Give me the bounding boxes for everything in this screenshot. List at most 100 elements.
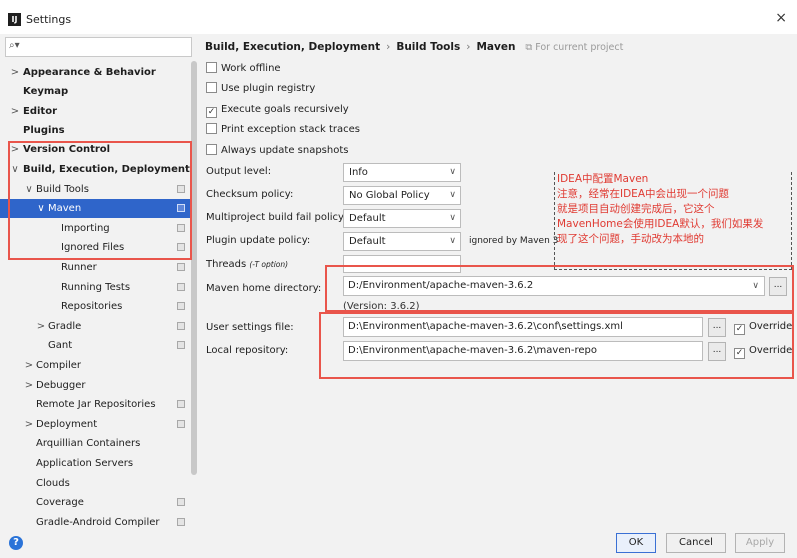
- build-fail-policy-label: Multiproject build fail policy:: [206, 212, 347, 223]
- dialog-footer: ? OK Cancel Apply: [0, 530, 797, 558]
- apply-button[interactable]: Apply: [735, 533, 785, 553]
- sidebar-item-label: Editor: [23, 106, 57, 117]
- chevron-right-icon[interactable]: >: [24, 356, 34, 375]
- sidebar-item-gradle-android-compiler[interactable]: Gradle-Android Compiler: [0, 513, 191, 530]
- print-exception-stack-traces-checkbox[interactable]: Print exception stack traces: [206, 122, 360, 138]
- settings-highlight-box: [319, 312, 794, 379]
- user-settings-label: User settings file:: [206, 322, 294, 333]
- sidebar-item-repositories[interactable]: Repositories: [0, 297, 191, 316]
- project-config-icon: [177, 283, 185, 291]
- project-config-icon: [177, 341, 185, 349]
- chevron-down-icon: ∨: [449, 167, 456, 177]
- chevron-right-icon[interactable]: >: [24, 376, 34, 395]
- sidebar-item-label: Arquillian Containers: [36, 438, 141, 449]
- sidebar-item-appearance-behavior[interactable]: > Appearance & Behavior: [0, 63, 191, 82]
- annotation-note: IDEA中配置Maven 注意，经常在IDEA中会出现一个问题 就是项目自动创建…: [554, 172, 792, 270]
- sidebar-item-compiler[interactable]: > Compiler: [0, 356, 191, 375]
- checkbox-box[interactable]: ✓: [206, 107, 217, 118]
- sidebar-item-label: Appearance & Behavior: [23, 67, 156, 78]
- sidebar-item-label: Gradle: [48, 321, 82, 332]
- chevron-right-icon[interactable]: >: [10, 102, 20, 121]
- build-fail-policy-select[interactable]: Default ∨: [343, 209, 461, 228]
- sidebar-item-debugger[interactable]: > Debugger: [0, 376, 191, 395]
- sidebar-item-plugins[interactable]: Plugins: [0, 121, 191, 140]
- sidebar-item-label: Gant: [48, 340, 73, 351]
- settings-sidebar: ⌕▾ > Appearance & Behavior Keymap > Editor Pl…: [0, 34, 197, 530]
- select-value: Info: [349, 167, 368, 178]
- output-level-label: Output level:: [206, 166, 272, 177]
- sidebar-item-label: Deployment: [36, 419, 98, 430]
- sidebar-item-label: Plugins: [23, 125, 65, 136]
- execute-goals-recursively-checkbox[interactable]: ✓ Execute goals recursively: [206, 102, 349, 118]
- sidebar-scrollbar[interactable]: [191, 61, 197, 475]
- use-plugin-registry-checkbox[interactable]: Use plugin registry: [206, 81, 315, 97]
- chevron-down-icon: ∨: [449, 190, 456, 200]
- plugin-update-policy-label: Plugin update policy:: [206, 235, 311, 246]
- sidebar-item-keymap[interactable]: Keymap: [0, 82, 191, 101]
- checkbox-box[interactable]: [206, 144, 217, 155]
- maven-home-label: Maven home directory:: [206, 283, 322, 294]
- breadcrumb-part: Build, Execution, Deployment: [205, 41, 381, 53]
- breadcrumb-separator: ›: [466, 41, 471, 53]
- chevron-down-icon: ∨: [449, 236, 456, 246]
- sidebar-item-clouds[interactable]: Clouds: [0, 474, 191, 493]
- note-line: 就是项目自动创建完成后，它这个: [557, 203, 715, 215]
- title-bar: IJ Settings ×: [0, 0, 797, 34]
- checkbox-label: Work offline: [221, 63, 281, 74]
- sidebar-item-remote-jar-repositories[interactable]: Remote Jar Repositories: [0, 395, 191, 414]
- checkbox-label: Execute goals recursively: [221, 104, 349, 115]
- project-config-icon: [177, 498, 185, 506]
- sidebar-item-label: Debugger: [36, 380, 86, 391]
- chevron-down-icon: ∨: [449, 213, 456, 223]
- checksum-policy-select[interactable]: No Global Policy ∨: [343, 186, 461, 205]
- sidebar-item-label: Compiler: [36, 360, 82, 371]
- help-icon[interactable]: ?: [9, 536, 23, 550]
- checkbox-box[interactable]: [206, 82, 217, 93]
- intellij-logo-icon: IJ: [8, 13, 21, 26]
- project-config-icon: [177, 322, 185, 330]
- output-level-select[interactable]: Info ∨: [343, 163, 461, 182]
- sidebar-item-runner[interactable]: Runner: [0, 258, 191, 277]
- sidebar-item-deployment[interactable]: > Deployment: [0, 415, 191, 434]
- plugin-update-policy-select[interactable]: Default ∨: [343, 232, 461, 251]
- checkbox-box[interactable]: [206, 62, 217, 73]
- search-icon: ⌕▾: [9, 40, 20, 51]
- close-icon[interactable]: ×: [775, 10, 787, 26]
- work-offline-checkbox[interactable]: Work offline: [206, 61, 281, 77]
- note-line: MavenHome会使用IDEA默认，我们如果发: [557, 218, 764, 230]
- sidebar-item-label: Runner: [61, 262, 97, 273]
- chevron-right-icon[interactable]: >: [24, 415, 34, 434]
- project-config-icon: [177, 302, 185, 310]
- checkbox-label: Use plugin registry: [221, 83, 316, 94]
- always-update-snapshots-checkbox[interactable]: Always update snapshots: [206, 143, 348, 159]
- sidebar-item-application-servers[interactable]: Application Servers: [0, 454, 191, 473]
- sidebar-item-label: Running Tests: [61, 282, 131, 293]
- sidebar-item-arquillian-containers[interactable]: Arquillian Containers: [0, 434, 191, 453]
- maven-home-highlight-box: [325, 265, 794, 312]
- search-input[interactable]: ⌕▾: [5, 37, 192, 57]
- breadcrumb-part: Build Tools: [396, 41, 461, 53]
- project-config-icon: [177, 518, 185, 526]
- cancel-button[interactable]: Cancel: [666, 533, 726, 553]
- note-line: 注意，经常在IDEA中会出现一个问题: [557, 188, 729, 200]
- sidebar-item-label: Coverage: [36, 497, 84, 508]
- window-title: Settings: [26, 13, 72, 26]
- sidebar-item-editor[interactable]: > Editor: [0, 102, 191, 121]
- threads-label-text: Threads: [206, 259, 247, 270]
- sidebar-item-running-tests[interactable]: Running Tests: [0, 278, 191, 297]
- note-line: IDEA中配置Maven: [557, 173, 649, 185]
- sidebar-item-label: Keymap: [23, 86, 69, 97]
- select-value: Default: [349, 213, 386, 224]
- breadcrumb-separator: ›: [386, 41, 391, 53]
- ok-button[interactable]: OK: [616, 533, 656, 553]
- checkbox-box[interactable]: [206, 123, 217, 134]
- sidebar-item-coverage[interactable]: Coverage: [0, 493, 191, 512]
- scope-note: ⧉ For current project: [525, 42, 624, 53]
- chevron-right-icon[interactable]: >: [36, 317, 46, 336]
- note-line: 现了这个问题，手动改为本地的: [557, 233, 704, 245]
- chevron-right-icon[interactable]: >: [10, 63, 20, 82]
- sidebar-item-gradle[interactable]: > Gradle: [0, 317, 191, 336]
- threads-hint: (-T option): [249, 260, 289, 269]
- sidebar-item-gant[interactable]: Gant: [0, 336, 191, 355]
- breadcrumb-part: Maven: [476, 41, 516, 53]
